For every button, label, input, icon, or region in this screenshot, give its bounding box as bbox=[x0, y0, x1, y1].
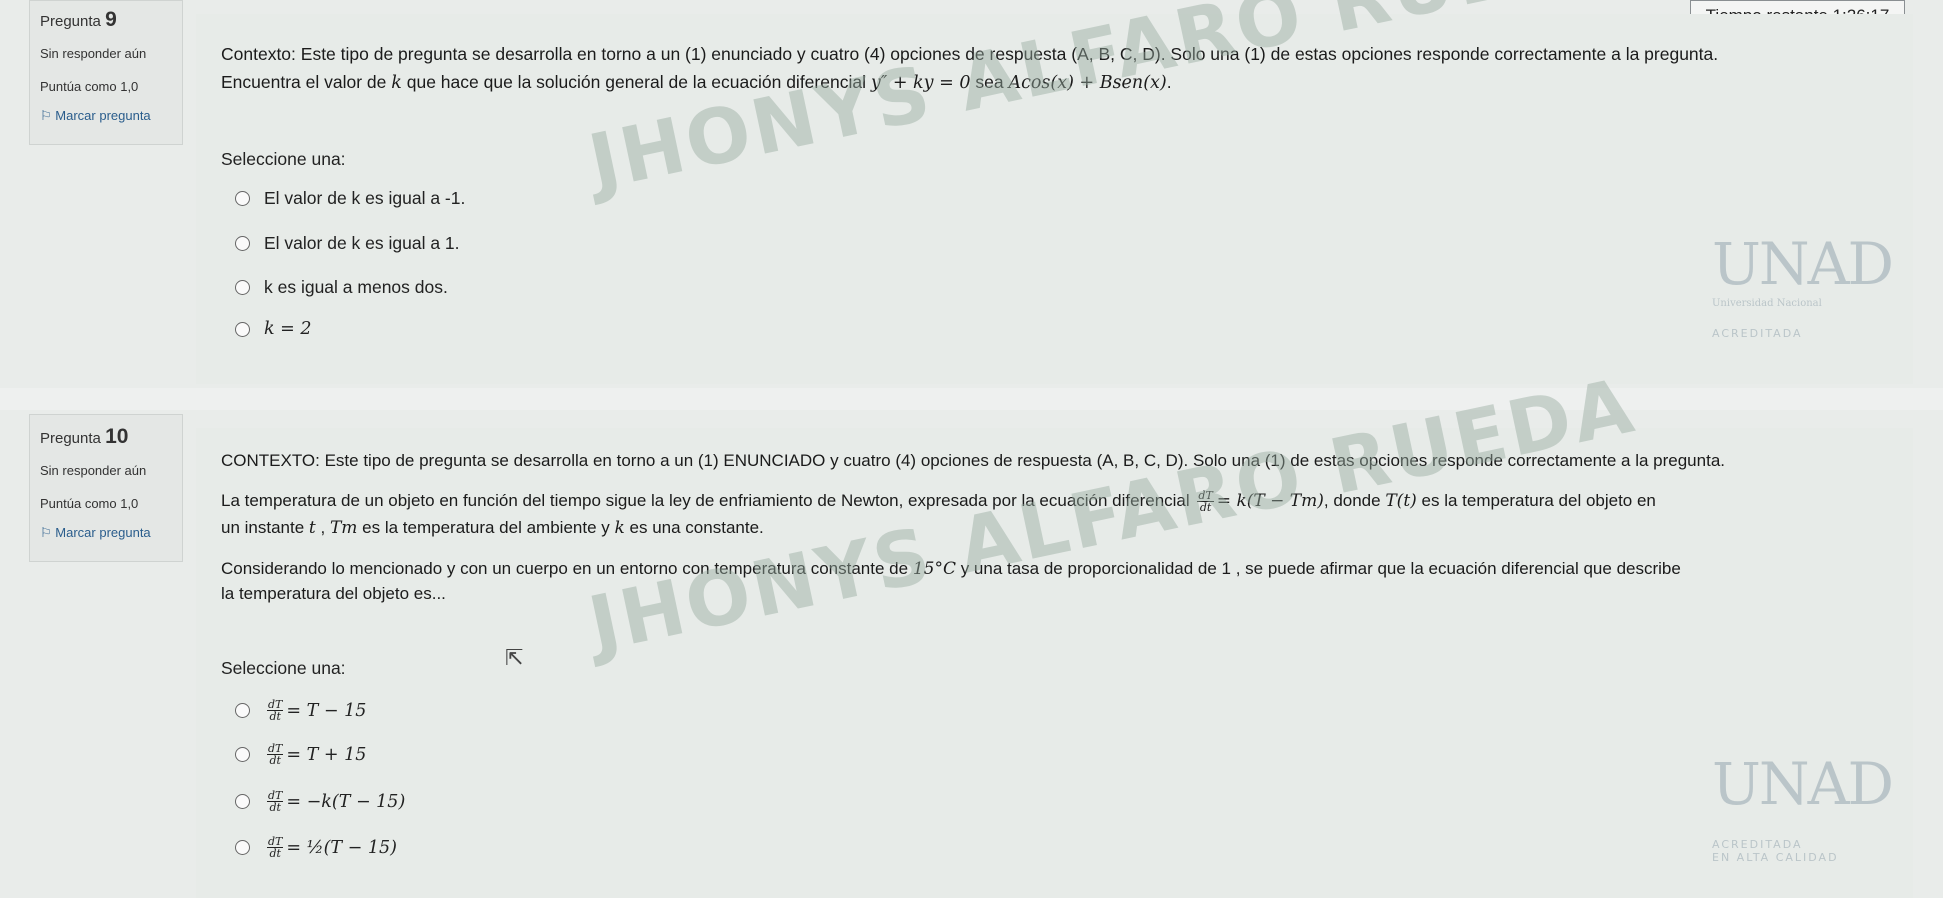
flag-icon: ⚐ bbox=[40, 525, 52, 540]
radio-button[interactable] bbox=[235, 280, 250, 295]
cursor-icon: ⇱ bbox=[505, 645, 524, 670]
flag-icon: ⚐ bbox=[40, 108, 52, 123]
q10-number: Pregunta 10 bbox=[40, 425, 129, 448]
q9-option-a[interactable]: El valor de k es igual a -1. bbox=[235, 188, 465, 209]
q9-option-b[interactable]: El valor de k es igual a 1. bbox=[235, 233, 460, 254]
q10-option-d[interactable]: dT dt = ½(T − 15) bbox=[235, 836, 397, 859]
q10-info-panel: Pregunta 10 Sin responder aún Puntúa com… bbox=[29, 414, 183, 562]
q10-flag-button[interactable]: ⚐ Marcar pregunta bbox=[40, 525, 182, 541]
radio-button[interactable] bbox=[235, 236, 250, 251]
q9-option-d[interactable]: k = 2 bbox=[235, 319, 312, 339]
q9-select-label: Seleccione una: bbox=[221, 149, 346, 169]
q9-option-c[interactable]: k es igual a menos dos. bbox=[235, 277, 448, 298]
q10-option-c[interactable]: dT dt = −k(T − 15) bbox=[235, 790, 405, 813]
unad-logo: UNAD Universidad Nacional ACREDITADA bbox=[1712, 230, 1894, 340]
q10-option-a[interactable]: dT dt = T − 15 bbox=[235, 699, 366, 722]
q10-status: Sin responder aún bbox=[40, 463, 147, 478]
q9-number: Pregunta 9 bbox=[40, 8, 117, 31]
q9-status: Sin responder aún bbox=[40, 46, 147, 61]
q10-score: Puntúa como 1,0 bbox=[40, 496, 139, 511]
q9-flag-button[interactable]: ⚐ Marcar pregunta bbox=[40, 108, 182, 124]
q10-select-label: Seleccione una: bbox=[221, 658, 346, 678]
radio-button[interactable] bbox=[235, 191, 250, 206]
q9-info-panel: Pregunta 9 Sin responder aún Puntúa como… bbox=[29, 0, 183, 145]
unad-logo: UNAD ACREDITADA EN ALTA CALIDAD bbox=[1712, 750, 1894, 864]
radio-button[interactable] bbox=[235, 747, 250, 762]
q9-score: Puntúa como 1,0 bbox=[40, 79, 139, 94]
radio-button[interactable] bbox=[235, 794, 250, 809]
radio-button[interactable] bbox=[235, 321, 250, 337]
q10-statement-line2: un instante t , Tm es la temperatura del… bbox=[221, 518, 764, 538]
question-separator bbox=[0, 388, 1943, 410]
radio-button[interactable] bbox=[235, 703, 250, 718]
radio-button[interactable] bbox=[235, 840, 250, 855]
q10-option-b[interactable]: dT dt = T + 15 bbox=[235, 743, 366, 766]
q10-statement-line4: la temperatura del objeto es... bbox=[221, 584, 446, 603]
